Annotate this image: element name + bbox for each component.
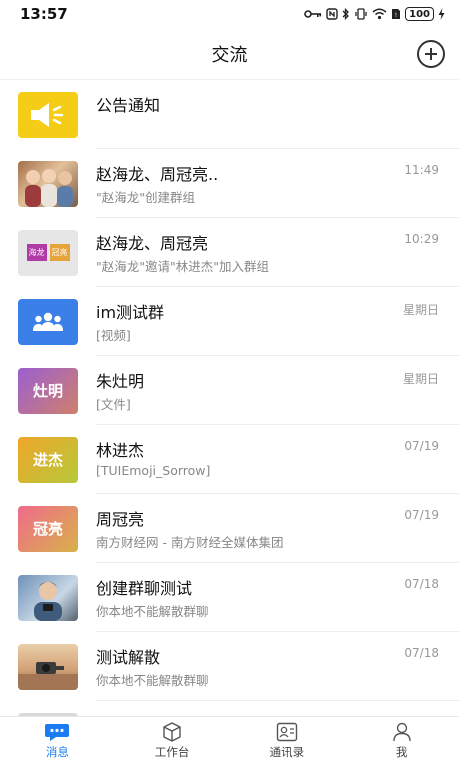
avatar-tile-right: 冠亮 (49, 244, 70, 261)
charging-icon (438, 8, 445, 20)
conversation-body (96, 701, 459, 716)
conversation-time: 07/19 (404, 508, 439, 522)
nav-tab-workbench[interactable]: 工作台 (115, 717, 230, 763)
group-icon (33, 312, 63, 331)
conversation-preview: [视频] (96, 328, 131, 343)
conversation-body: 测试解散 你本地不能解散群聊 07/18 (96, 632, 459, 701)
conversation-body: 公告通知 (96, 80, 459, 149)
nav-tab-contacts[interactable]: 通讯录 (230, 717, 345, 763)
page-title: 交流 (211, 44, 248, 66)
header: 交流 (0, 28, 459, 80)
conversation-title: 测试解散 (96, 648, 161, 667)
conversation-preview: "赵海龙"创建群组 (96, 190, 195, 205)
conversation-title: 创建群聊测试 (96, 579, 193, 598)
avatar-tile-left: 海龙 (26, 244, 47, 261)
conversation-title: im测试群 (96, 303, 165, 322)
conversation-list[interactable]: 公告通知 赵海龙、周冠亮.. "赵海龙"创建群组 11:49 海龙 冠亮 赵海龙… (0, 80, 459, 716)
battery-indicator: 100 (405, 7, 434, 21)
nav-label: 我 (395, 745, 408, 759)
name-pair-avatar: 海龙 冠亮 (18, 229, 78, 276)
announcement-avatar (18, 91, 78, 138)
vibrate-icon (354, 8, 368, 20)
key-icon (304, 9, 322, 19)
add-button[interactable] (417, 40, 445, 68)
person-photo-avatar (18, 574, 78, 621)
person-icon (391, 721, 413, 743)
svg-text:!: ! (395, 12, 397, 19)
conversation-title: 赵海龙、周冠亮.. (96, 165, 219, 184)
conversation-preview: 你本地不能解散群聊 (96, 673, 209, 688)
sim-icon: ! (391, 8, 401, 20)
conversation-row[interactable]: 冠亮 周冠亮 南方财经网 - 南方财经全媒体集团 07/19 (0, 494, 459, 563)
person-photo-icon (34, 581, 62, 621)
conversation-time: 10:29 (404, 232, 439, 246)
plus-icon (425, 48, 437, 60)
conversation-row[interactable]: 测试解散 你本地不能解散群聊 07/18 (0, 632, 459, 701)
status-icons: ! 100 (304, 7, 445, 21)
scene-photo-icon (18, 661, 78, 690)
conversation-row[interactable]: 创建群聊测试 你本地不能解散群聊 07/18 (0, 563, 459, 632)
scene-photo-avatar (18, 643, 78, 690)
conversation-body: 周冠亮 南方财经网 - 南方财经全媒体集团 07/19 (96, 494, 459, 563)
conversation-time: 星期日 (402, 372, 439, 386)
conversation-row[interactable]: 公告通知 (0, 80, 459, 149)
conversation-time: 07/18 (404, 577, 439, 591)
conversation-row[interactable]: 赵海龙、周冠亮.. "赵海龙"创建群组 11:49 (0, 149, 459, 218)
conversation-preview: [文件] (96, 397, 131, 412)
nfc-icon (326, 8, 338, 20)
conversation-title: 朱灶明 (96, 372, 145, 391)
conversation-time: 07/18 (404, 646, 439, 660)
nav-label: 通讯录 (269, 745, 305, 759)
conversation-body: 赵海龙、周冠亮.. "赵海龙"创建群组 11:49 (96, 149, 459, 218)
conversation-body: 林进杰 [TUIEmoji_Sorrow] 07/19 (96, 425, 459, 494)
conversation-preview: 南方财经网 - 南方财经全媒体集团 (96, 535, 284, 550)
conversation-row[interactable] (0, 701, 459, 716)
text-avatar: 冠亮 (18, 505, 78, 552)
nav-tab-me[interactable]: 我 (344, 717, 459, 763)
conversation-row[interactable]: 海龙 冠亮 赵海龙、周冠亮 "赵海龙"邀请"林进杰"加入群组 10:29 (0, 218, 459, 287)
nav-tab-messages[interactable]: 消息 (0, 717, 115, 763)
conversation-time: 11:49 (404, 163, 439, 177)
nav-label: 消息 (45, 745, 69, 759)
nav-label: 工作台 (154, 745, 190, 759)
conversation-row[interactable]: 进杰 林进杰 [TUIEmoji_Sorrow] 07/19 (0, 425, 459, 494)
group-avatar (18, 298, 78, 345)
conversation-body: im测试群 [视频] 星期日 (96, 287, 459, 356)
conversation-time: 07/19 (404, 439, 439, 453)
conversation-body: 赵海龙、周冠亮 "赵海龙"邀请"林进杰"加入群组 10:29 (96, 218, 459, 287)
conversation-preview: 你本地不能解散群聊 (96, 604, 209, 619)
status-time: 13:57 (20, 5, 68, 23)
group-photo-avatar (18, 160, 78, 207)
conversation-preview: [TUIEmoji_Sorrow] (96, 463, 211, 478)
conversation-preview: "赵海龙"邀请"林进杰"加入群组 (96, 259, 269, 274)
conversation-body: 朱灶明 [文件] 星期日 (96, 356, 459, 425)
text-avatar: 进杰 (18, 436, 78, 483)
wifi-icon (372, 8, 387, 20)
conversation-row[interactable]: 灶明 朱灶明 [文件] 星期日 (0, 356, 459, 425)
conversation-row[interactable]: im测试群 [视频] 星期日 (0, 287, 459, 356)
conversation-time: 星期日 (402, 303, 439, 317)
text-avatar: 灶明 (18, 367, 78, 414)
megaphone-icon (31, 102, 64, 127)
conversation-title: 周冠亮 (96, 510, 145, 529)
conversation-title: 赵海龙、周冠亮 (96, 234, 209, 253)
contacts-icon (276, 721, 298, 743)
chat-icon (44, 721, 70, 743)
bluetooth-icon (342, 8, 350, 20)
conversation-body: 创建群聊测试 你本地不能解散群聊 07/18 (96, 563, 459, 632)
status-bar: 13:57 ! 100 (0, 0, 459, 28)
conversation-title: 林进杰 (96, 441, 145, 460)
bottom-nav: 消息 工作台 通讯录 我 (0, 716, 459, 763)
people-photo-icon (25, 168, 73, 207)
cube-icon (161, 721, 183, 743)
conversation-title: 公告通知 (96, 96, 161, 115)
